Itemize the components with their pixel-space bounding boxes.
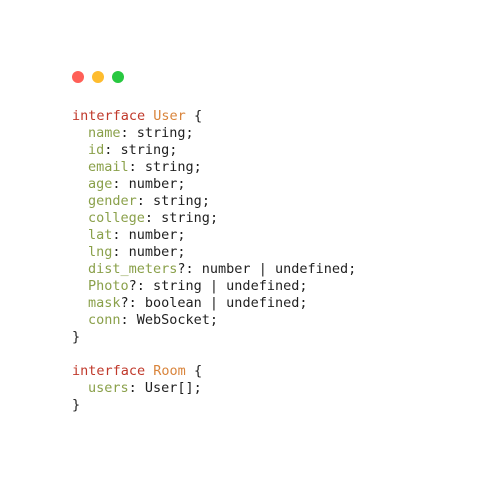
close-dot[interactable] [72, 71, 84, 83]
field-type: WebSocket; [136, 312, 219, 328]
field-separator: ?: [120, 295, 145, 311]
keyword: interface [72, 108, 146, 124]
field-separator: : [112, 176, 129, 192]
interface-header-room: interface Room { [72, 363, 356, 380]
field-line: users: User[]; [72, 380, 356, 397]
field-line: Photo?: string | undefined; [72, 278, 356, 295]
field-type: number; [128, 176, 186, 192]
open-brace: { [193, 108, 203, 124]
field-name: age [88, 176, 113, 192]
field-type: number; [128, 227, 186, 243]
field-line: mask?: boolean | undefined; [72, 295, 356, 312]
field-type: string; [136, 125, 194, 141]
keyword: interface [72, 363, 146, 379]
field-separator: : [136, 193, 154, 209]
field-separator: : [120, 312, 137, 328]
field-name: college [88, 210, 145, 226]
user-fields: name: string; id: string; email: string; ag… [72, 125, 356, 329]
field-type: string; [120, 142, 178, 158]
field-name: id [88, 142, 105, 158]
field-type: number; [128, 244, 186, 260]
field-line: id: string; [72, 142, 356, 159]
field-name: Photo [88, 278, 129, 294]
code-block: interface User {name: string; id: string;… [72, 108, 356, 414]
field-line: lng: number; [72, 244, 356, 261]
field-type: string | undefined; [153, 278, 308, 294]
field-line: college: string; [72, 210, 356, 227]
close-brace: } [72, 329, 81, 345]
field-line: dist_meters?: number | undefined; [72, 261, 356, 278]
field-type: string; [161, 210, 219, 226]
minimize-dot[interactable] [92, 71, 104, 83]
field-line: name: string; [72, 125, 356, 142]
field-separator: : [112, 244, 129, 260]
field-line: conn: WebSocket; [72, 312, 356, 329]
interface-name: Room [153, 363, 186, 379]
interface-header-user: interface User { [72, 108, 356, 125]
field-name: dist_meters [88, 261, 178, 277]
interface-name: User [153, 108, 186, 124]
field-separator: : [104, 142, 121, 158]
field-line: gender: string; [72, 193, 356, 210]
field-line: email: string; [72, 159, 356, 176]
close-brace-line: } [72, 329, 356, 346]
field-name: name [88, 125, 121, 141]
field-name: mask [88, 295, 121, 311]
field-separator: ?: [128, 278, 154, 294]
field-separator: : [120, 125, 137, 141]
field-name: gender [88, 193, 137, 209]
field-line: lat: number; [72, 227, 356, 244]
close-brace: } [72, 397, 81, 413]
maximize-dot[interactable] [112, 71, 124, 83]
field-separator: : [144, 210, 162, 226]
close-brace-line: } [72, 397, 356, 414]
field-separator: ?: [177, 261, 202, 277]
field-separator: : [128, 159, 145, 175]
field-separator: : [128, 380, 145, 396]
field-name: lng [88, 244, 113, 260]
field-type: string; [153, 193, 210, 209]
code-window: interface User {name: string; id: string;… [56, 56, 424, 438]
open-brace: { [193, 363, 203, 379]
field-name: users [88, 380, 129, 396]
field-type: boolean | undefined; [144, 295, 308, 311]
field-name: conn [88, 312, 121, 328]
room-fields: users: User[]; [72, 380, 356, 397]
field-name: email [88, 159, 129, 175]
field-type: User[]; [144, 380, 202, 396]
window-controls [72, 71, 124, 83]
field-type: string; [144, 159, 202, 175]
field-line: age: number; [72, 176, 356, 193]
field-name: lat [88, 227, 113, 243]
field-type: number | undefined; [201, 261, 357, 277]
field-separator: : [112, 227, 129, 243]
